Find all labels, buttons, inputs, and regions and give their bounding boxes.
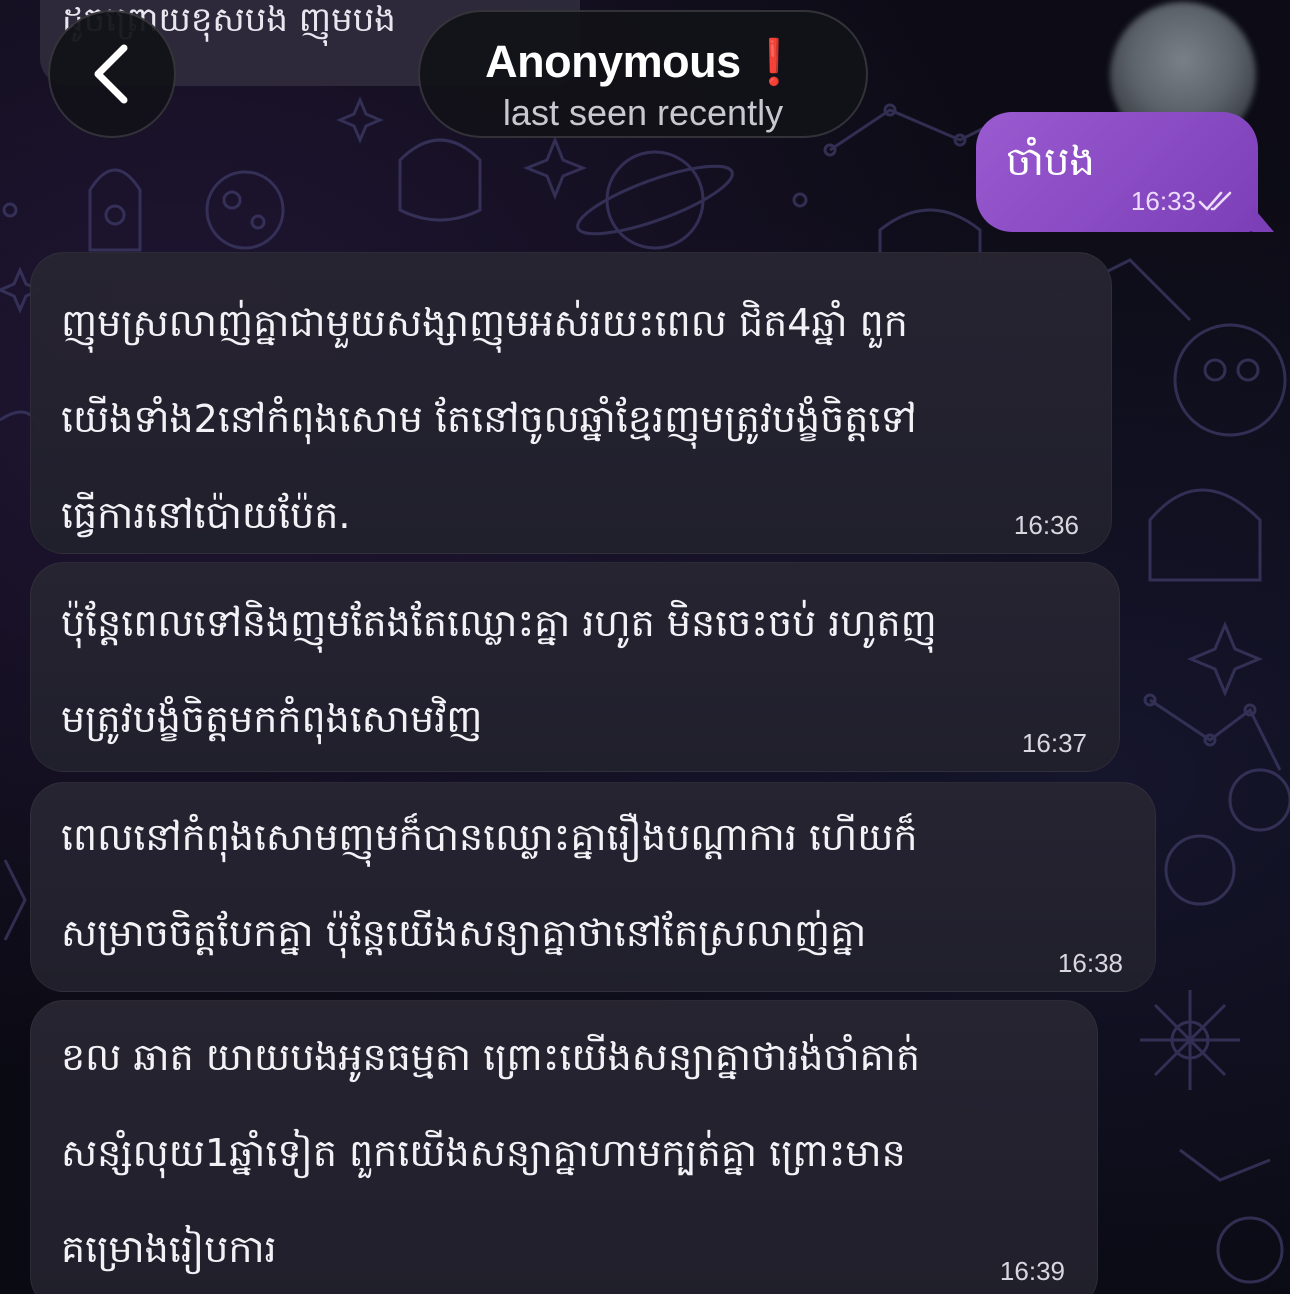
message-line: មត្រូវបង្ខំចិត្តមកកំពុងសោមវិញ [61, 697, 483, 741]
message-line: ញុមស្រលាញ់គ្នាជាមួយសង្សាញុមអស់រយះពេល ជិត… [61, 301, 908, 345]
outgoing-message-time: 16:33 [1130, 186, 1196, 216]
incoming-message-time: 16:38 [1057, 948, 1123, 978]
chevron-left-icon [94, 44, 128, 104]
incoming-message-bubble[interactable]: ប៉ុន្តែពេលទៅនិងញុមតែងតែឈ្លោះគ្នា រហូត មិ… [30, 562, 1120, 772]
outgoing-bubble-tail [1252, 206, 1274, 232]
outgoing-message-text: ចាំបង [1006, 139, 1095, 185]
message-line: ប៉ុន្តែពេលទៅនិងញុមតែងតែឈ្លោះគ្នា រហូត មិ… [61, 601, 937, 645]
incoming-message-time: 16:39 [999, 1256, 1065, 1286]
message-line: សម្រាចចិត្តបែកគ្នា ប៉ុន្តែយើងសន្យាគ្នាថា… [61, 911, 867, 955]
incoming-message-text: ញុមស្រលាញ់គ្នាជាមួយសង្សាញុមអស់រយះពេល ជិត… [61, 275, 1083, 563]
incoming-message-text: ប៉ុន្តែពេលទៅនិងញុមតែងតែឈ្លោះគ្នា រហូត មិ… [61, 575, 1091, 767]
message-line: សន្សំលុយ1ឆ្នាំទៀត ពួកយើងសន្យាគ្នាហាមក្បត… [61, 1131, 906, 1175]
contact-name-row: Anonymous ❗ [420, 36, 866, 88]
message-line: យើងទាំង2នៅកំពុងសោម តែនៅចូលឆ្នាំខ្មែរញុមត… [61, 397, 917, 441]
message-line: គម្រោងរៀបការ [61, 1227, 277, 1271]
incoming-message-text: ខល ឆាត យាយបងអូនធម្មតា ព្រោះយើងសន្យាគ្នាថ… [61, 1009, 1069, 1294]
incoming-message-bubble[interactable]: ពេលនៅកំពុងសោមញុមក៏បានឈ្លោះគ្នារឿងបណ្តាកា… [30, 782, 1156, 992]
double-check-icon [1198, 191, 1232, 211]
chat-title-header[interactable]: Anonymous ❗ last seen recently [418, 10, 868, 138]
incoming-message-text: ពេលនៅកំពុងសោមញុមក៏បានឈ្លោះគ្នារឿងបណ្តាកា… [61, 789, 1127, 981]
contact-status: last seen recently [502, 92, 784, 133]
contact-name: Anonymous [485, 36, 741, 87]
incoming-message-time: 16:37 [1021, 728, 1087, 758]
back-button[interactable] [48, 10, 176, 138]
alert-icon: ❗ [746, 38, 802, 87]
message-line: ពេលនៅកំពុងសោមញុមក៏បានឈ្លោះគ្នារឿងបណ្តាកា… [61, 815, 918, 859]
message-line: ធ្វើការនៅប៉ោយប៉ែត. [61, 493, 351, 537]
incoming-message-bubble[interactable]: ញុមស្រលាញ់គ្នាជាមួយសង្សាញុមអស់រយះពេល ជិត… [30, 252, 1112, 554]
incoming-message-time: 16:36 [1013, 510, 1079, 540]
outgoing-message-bubble[interactable]: ចាំបង 16:33 [976, 112, 1258, 232]
message-line: ខល ឆាត យាយបងអូនធម្មតា ព្រោះយើងសន្យាគ្នាថ… [61, 1035, 920, 1079]
incoming-message-bubble[interactable]: ខល ឆាត យាយបងអូនធម្មតា ព្រោះយើងសន្យាគ្នាថ… [30, 1000, 1098, 1294]
